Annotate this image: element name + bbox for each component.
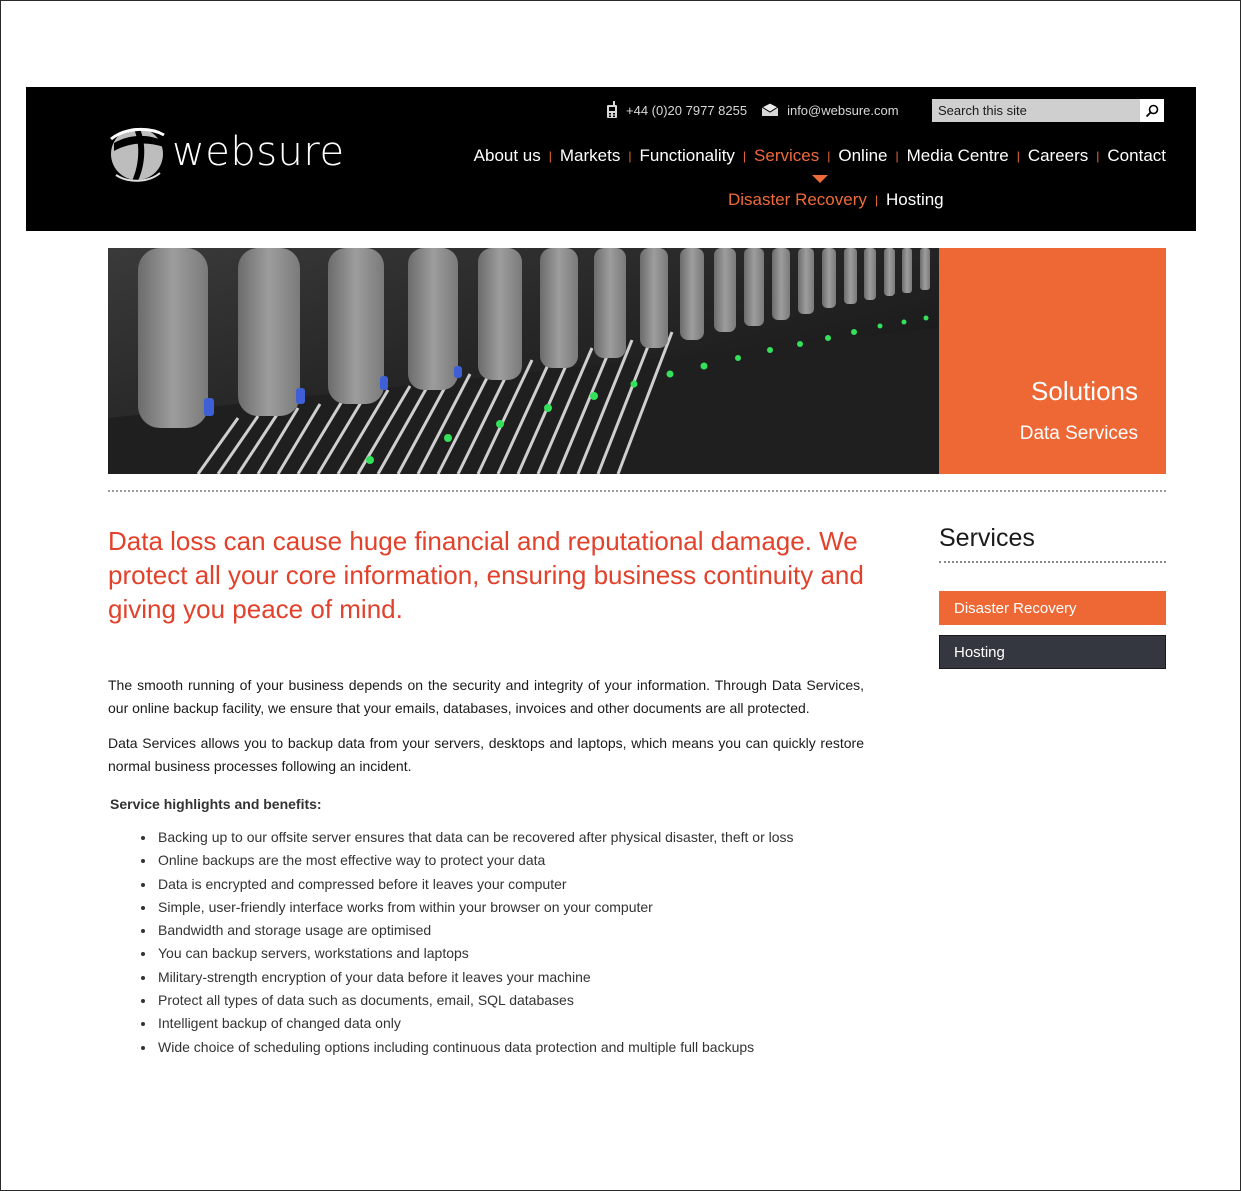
email-link[interactable]: info@websure.com: [787, 103, 898, 118]
nav-separator: |: [895, 149, 899, 163]
banner-title-panel: Solutions Data Services: [939, 248, 1166, 474]
hero-banner: Solutions Data Services: [108, 248, 1166, 474]
sidebar-link-disaster-recovery[interactable]: Disaster Recovery: [939, 591, 1166, 625]
nav-services[interactable]: Services: [754, 146, 819, 166]
main-content: Data loss can cause huge financial and r…: [108, 524, 864, 1059]
server-rack-illustration: [108, 248, 939, 474]
sidebar-link-hosting[interactable]: Hosting: [939, 635, 1166, 669]
list-item: Military-strength encryption of your dat…: [156, 966, 816, 989]
globe-logo-icon: [110, 128, 165, 182]
phone-contact: +44 (0)20 7977 8255: [606, 101, 747, 119]
nav-media-centre[interactable]: Media Centre: [907, 146, 1009, 166]
nav-careers[interactable]: Careers: [1028, 146, 1088, 166]
list-item: You can backup servers, workstations and…: [156, 942, 816, 965]
nav-contact[interactable]: Contact: [1107, 146, 1166, 166]
subnav-disaster-recovery[interactable]: Disaster Recovery: [728, 190, 867, 210]
active-nav-arrow-icon: [812, 175, 828, 183]
nav-functionality[interactable]: Functionality: [639, 146, 734, 166]
site-search: [932, 99, 1164, 122]
nav-separator: |: [548, 149, 552, 163]
nav-separator: |: [1096, 149, 1100, 163]
nav-about-us[interactable]: About us: [474, 146, 541, 166]
sidebar-title: Services: [939, 524, 1166, 563]
list-item: Online backups are the most effective wa…: [156, 849, 816, 872]
phone-icon: [607, 101, 617, 118]
section-divider: [108, 490, 1166, 492]
sub-nav: Disaster Recovery | Hosting: [728, 190, 944, 210]
nav-markets[interactable]: Markets: [560, 146, 620, 166]
search-button[interactable]: [1140, 99, 1164, 122]
contact-bar: +44 (0)20 7977 8255 info@websure.com: [606, 101, 913, 119]
list-item: Protect all types of data such as docume…: [156, 989, 816, 1012]
list-item: Data is encrypted and compressed before …: [156, 873, 816, 896]
phone-number[interactable]: +44 (0)20 7977 8255: [626, 103, 747, 118]
list-item: Intelligent backup of changed data only: [156, 1012, 816, 1035]
banner-title: Solutions: [1031, 376, 1138, 406]
highlights-heading: Service highlights and benefits:: [110, 796, 322, 812]
list-item: Backing up to our offsite server ensures…: [156, 826, 816, 849]
nav-separator: |: [628, 149, 632, 163]
search-input[interactable]: [932, 103, 1144, 118]
email-contact: info@websure.com: [761, 103, 899, 118]
list-item: Simple, user-friendly interface works fr…: [156, 896, 816, 919]
main-nav: About us | Markets | Functionality | Ser…: [474, 146, 1166, 166]
nav-separator: |: [1016, 149, 1020, 163]
benefits-list: Backing up to our offsite server ensures…: [108, 826, 816, 1059]
site-header: websure +44 (0)20 7977 8255 info@websure…: [26, 87, 1196, 231]
brand-name: websure: [172, 129, 345, 175]
mail-icon: [761, 103, 780, 116]
backup-paragraph: Data Services allows you to backup data …: [108, 735, 864, 774]
nav-separator: |: [827, 149, 831, 163]
subnav-hosting[interactable]: Hosting: [886, 190, 944, 210]
search-icon: [1145, 104, 1159, 117]
nav-separator: |: [742, 149, 747, 163]
list-item: Wide choice of scheduling options includ…: [156, 1036, 816, 1059]
list-item: Bandwidth and storage usage are optimise…: [156, 919, 816, 942]
intro-paragraph: The smooth running of your business depe…: [108, 677, 864, 716]
services-sidebar: Services Disaster Recovery Hosting: [939, 524, 1166, 669]
lead-heading: Data loss can cause huge financial and r…: [108, 526, 864, 624]
subnav-separator: |: [874, 193, 878, 207]
logo[interactable]: websure: [106, 121, 345, 183]
server-rack-image: [108, 248, 939, 474]
nav-online[interactable]: Online: [838, 146, 887, 166]
banner-subtitle: Data Services: [1019, 423, 1138, 444]
